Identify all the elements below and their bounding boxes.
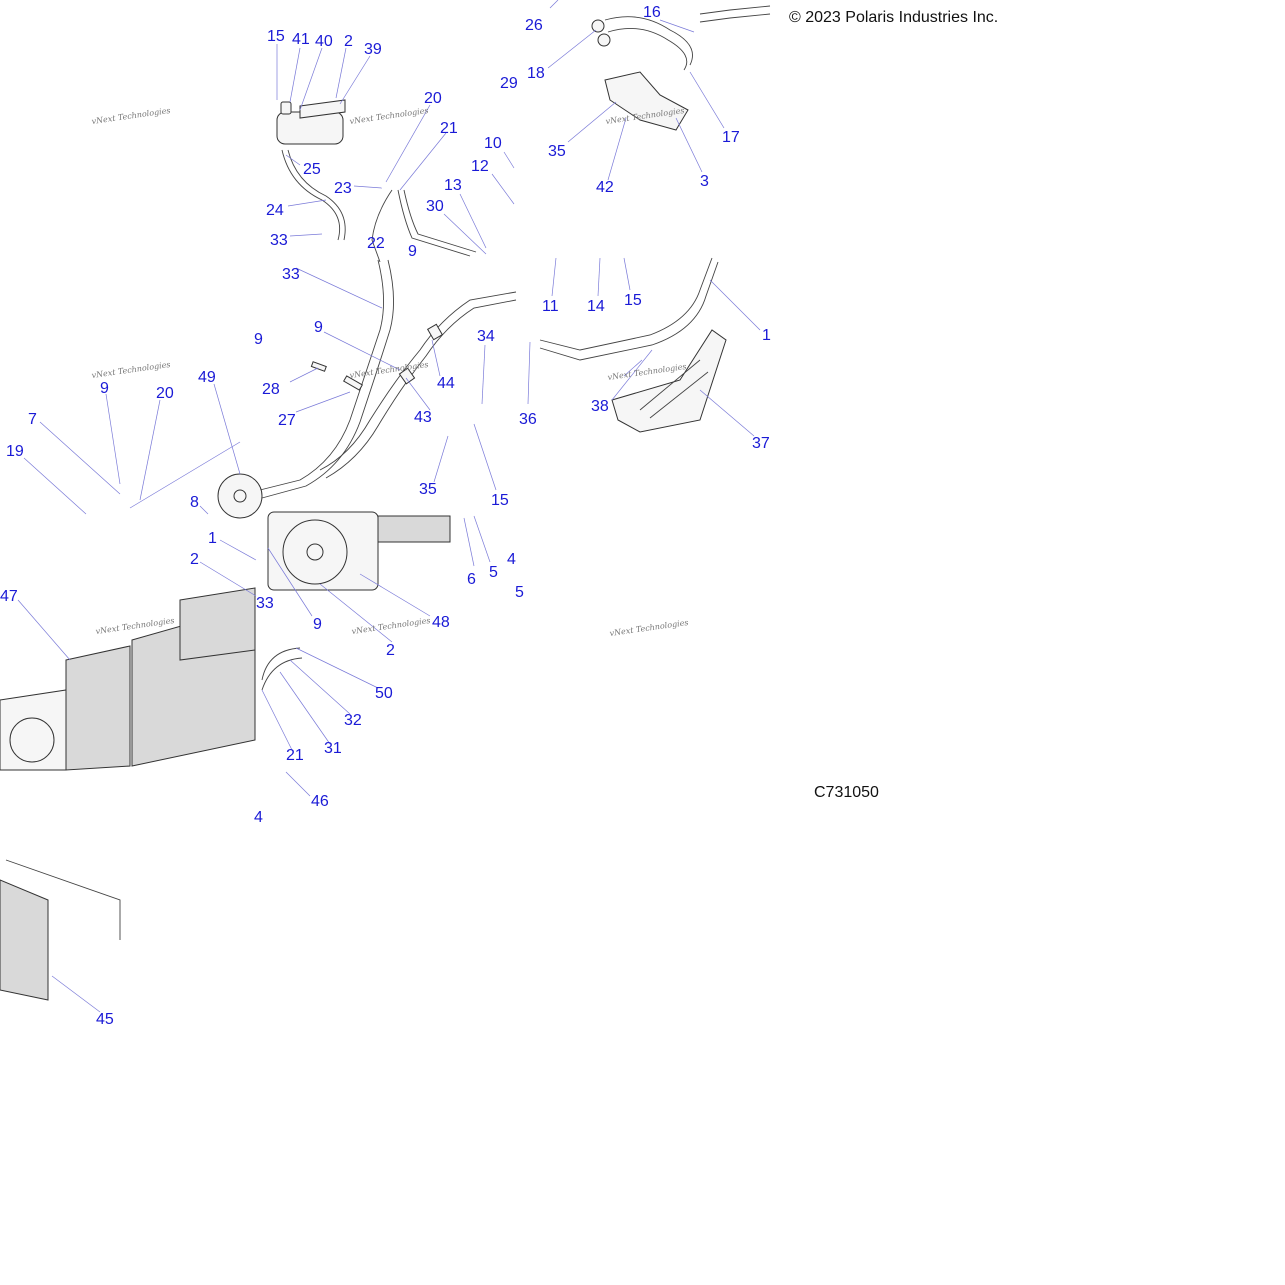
callout-label: 8 xyxy=(190,494,199,511)
callout-label: 32 xyxy=(344,712,362,729)
callout-label: 46 xyxy=(311,793,329,810)
callout-label: 13 xyxy=(444,177,462,194)
callout-label: 28 xyxy=(262,381,280,398)
callout-label: 48 xyxy=(432,614,450,631)
callout-label: 25 xyxy=(303,161,321,178)
callout-label: 41 xyxy=(292,31,310,48)
callout-label: 2 xyxy=(344,33,353,50)
parts-diagram: 15 41 40 2 39 20 21 25 23 24 33 22 9 33 … xyxy=(0,0,1285,1285)
callout-label: 31 xyxy=(324,740,342,757)
callout-label: 50 xyxy=(375,685,393,702)
figure-code: C731050 xyxy=(814,784,879,801)
callout-label: 49 xyxy=(198,369,216,386)
callout-label: 21 xyxy=(440,120,458,137)
callout-label: 3 xyxy=(700,173,709,190)
callout-label: 15 xyxy=(267,28,285,45)
callout-label: 9 xyxy=(408,243,417,260)
callout-label: 26 xyxy=(525,17,543,34)
callout-label: 35 xyxy=(548,143,566,160)
callout-label: 35 xyxy=(419,481,437,498)
callout-label: 6 xyxy=(467,571,476,588)
callout-label: 30 xyxy=(426,198,444,215)
callout-label: 5 xyxy=(489,564,498,581)
callout-label: 21 xyxy=(286,747,304,764)
callout-label: 15 xyxy=(624,292,642,309)
overflow-tank xyxy=(276,99,346,145)
callout-label: 29 xyxy=(500,75,518,92)
callout-label: 4 xyxy=(254,809,263,826)
callout-label: 7 xyxy=(28,411,37,428)
callout-label: 9 xyxy=(314,319,323,336)
callout-label: 47 xyxy=(0,588,18,605)
copyright-notice: © 2023 Polaris Industries Inc. xyxy=(789,9,999,26)
callout-label: 9 xyxy=(100,380,109,397)
callout-label: 5 xyxy=(515,584,524,601)
callout-label: 2 xyxy=(386,642,395,659)
callout-label: 15 xyxy=(491,492,509,509)
callout-label: 17 xyxy=(722,129,740,146)
callout-label: 19 xyxy=(6,443,24,460)
callout-label: 36 xyxy=(519,411,537,428)
fan-assembly-right xyxy=(267,511,379,591)
callout-label: 23 xyxy=(334,180,352,197)
callout-label: 12 xyxy=(471,158,489,175)
fan-assembly-left xyxy=(217,473,263,519)
callout-label: 44 xyxy=(437,375,455,392)
callout-label: 33 xyxy=(282,266,300,283)
callout-label: 4 xyxy=(507,551,516,568)
callout-label: 20 xyxy=(156,385,174,402)
callout-label: 33 xyxy=(256,595,274,612)
callout-label: 2 xyxy=(190,551,199,568)
condenser-radiator xyxy=(377,515,451,543)
callout-label: 11 xyxy=(542,298,559,315)
callout-label: 45 xyxy=(96,1011,114,1028)
callout-label: 16 xyxy=(643,4,661,21)
callout-label: 20 xyxy=(424,90,442,107)
callout-label: 42 xyxy=(596,179,614,196)
callout-label: 1 xyxy=(762,327,771,344)
callout-label: 43 xyxy=(414,409,432,426)
callout-label: 38 xyxy=(591,398,609,415)
callout-label: 22 xyxy=(367,235,385,252)
callout-label: 18 xyxy=(527,65,545,82)
callout-label: 39 xyxy=(364,41,382,58)
callout-label: 40 xyxy=(315,33,333,50)
callout-label: 14 xyxy=(587,298,605,315)
callout-label: 10 xyxy=(484,135,502,152)
callout-label: 9 xyxy=(313,616,322,633)
callout-label: 24 xyxy=(266,202,284,219)
callout-label: 27 xyxy=(278,412,296,429)
callout-label: 9 xyxy=(254,331,263,348)
callout-label: 34 xyxy=(477,328,495,345)
callout-label: 33 xyxy=(270,232,288,249)
callout-label: 37 xyxy=(752,435,770,452)
callout-label: 1 xyxy=(208,530,217,547)
